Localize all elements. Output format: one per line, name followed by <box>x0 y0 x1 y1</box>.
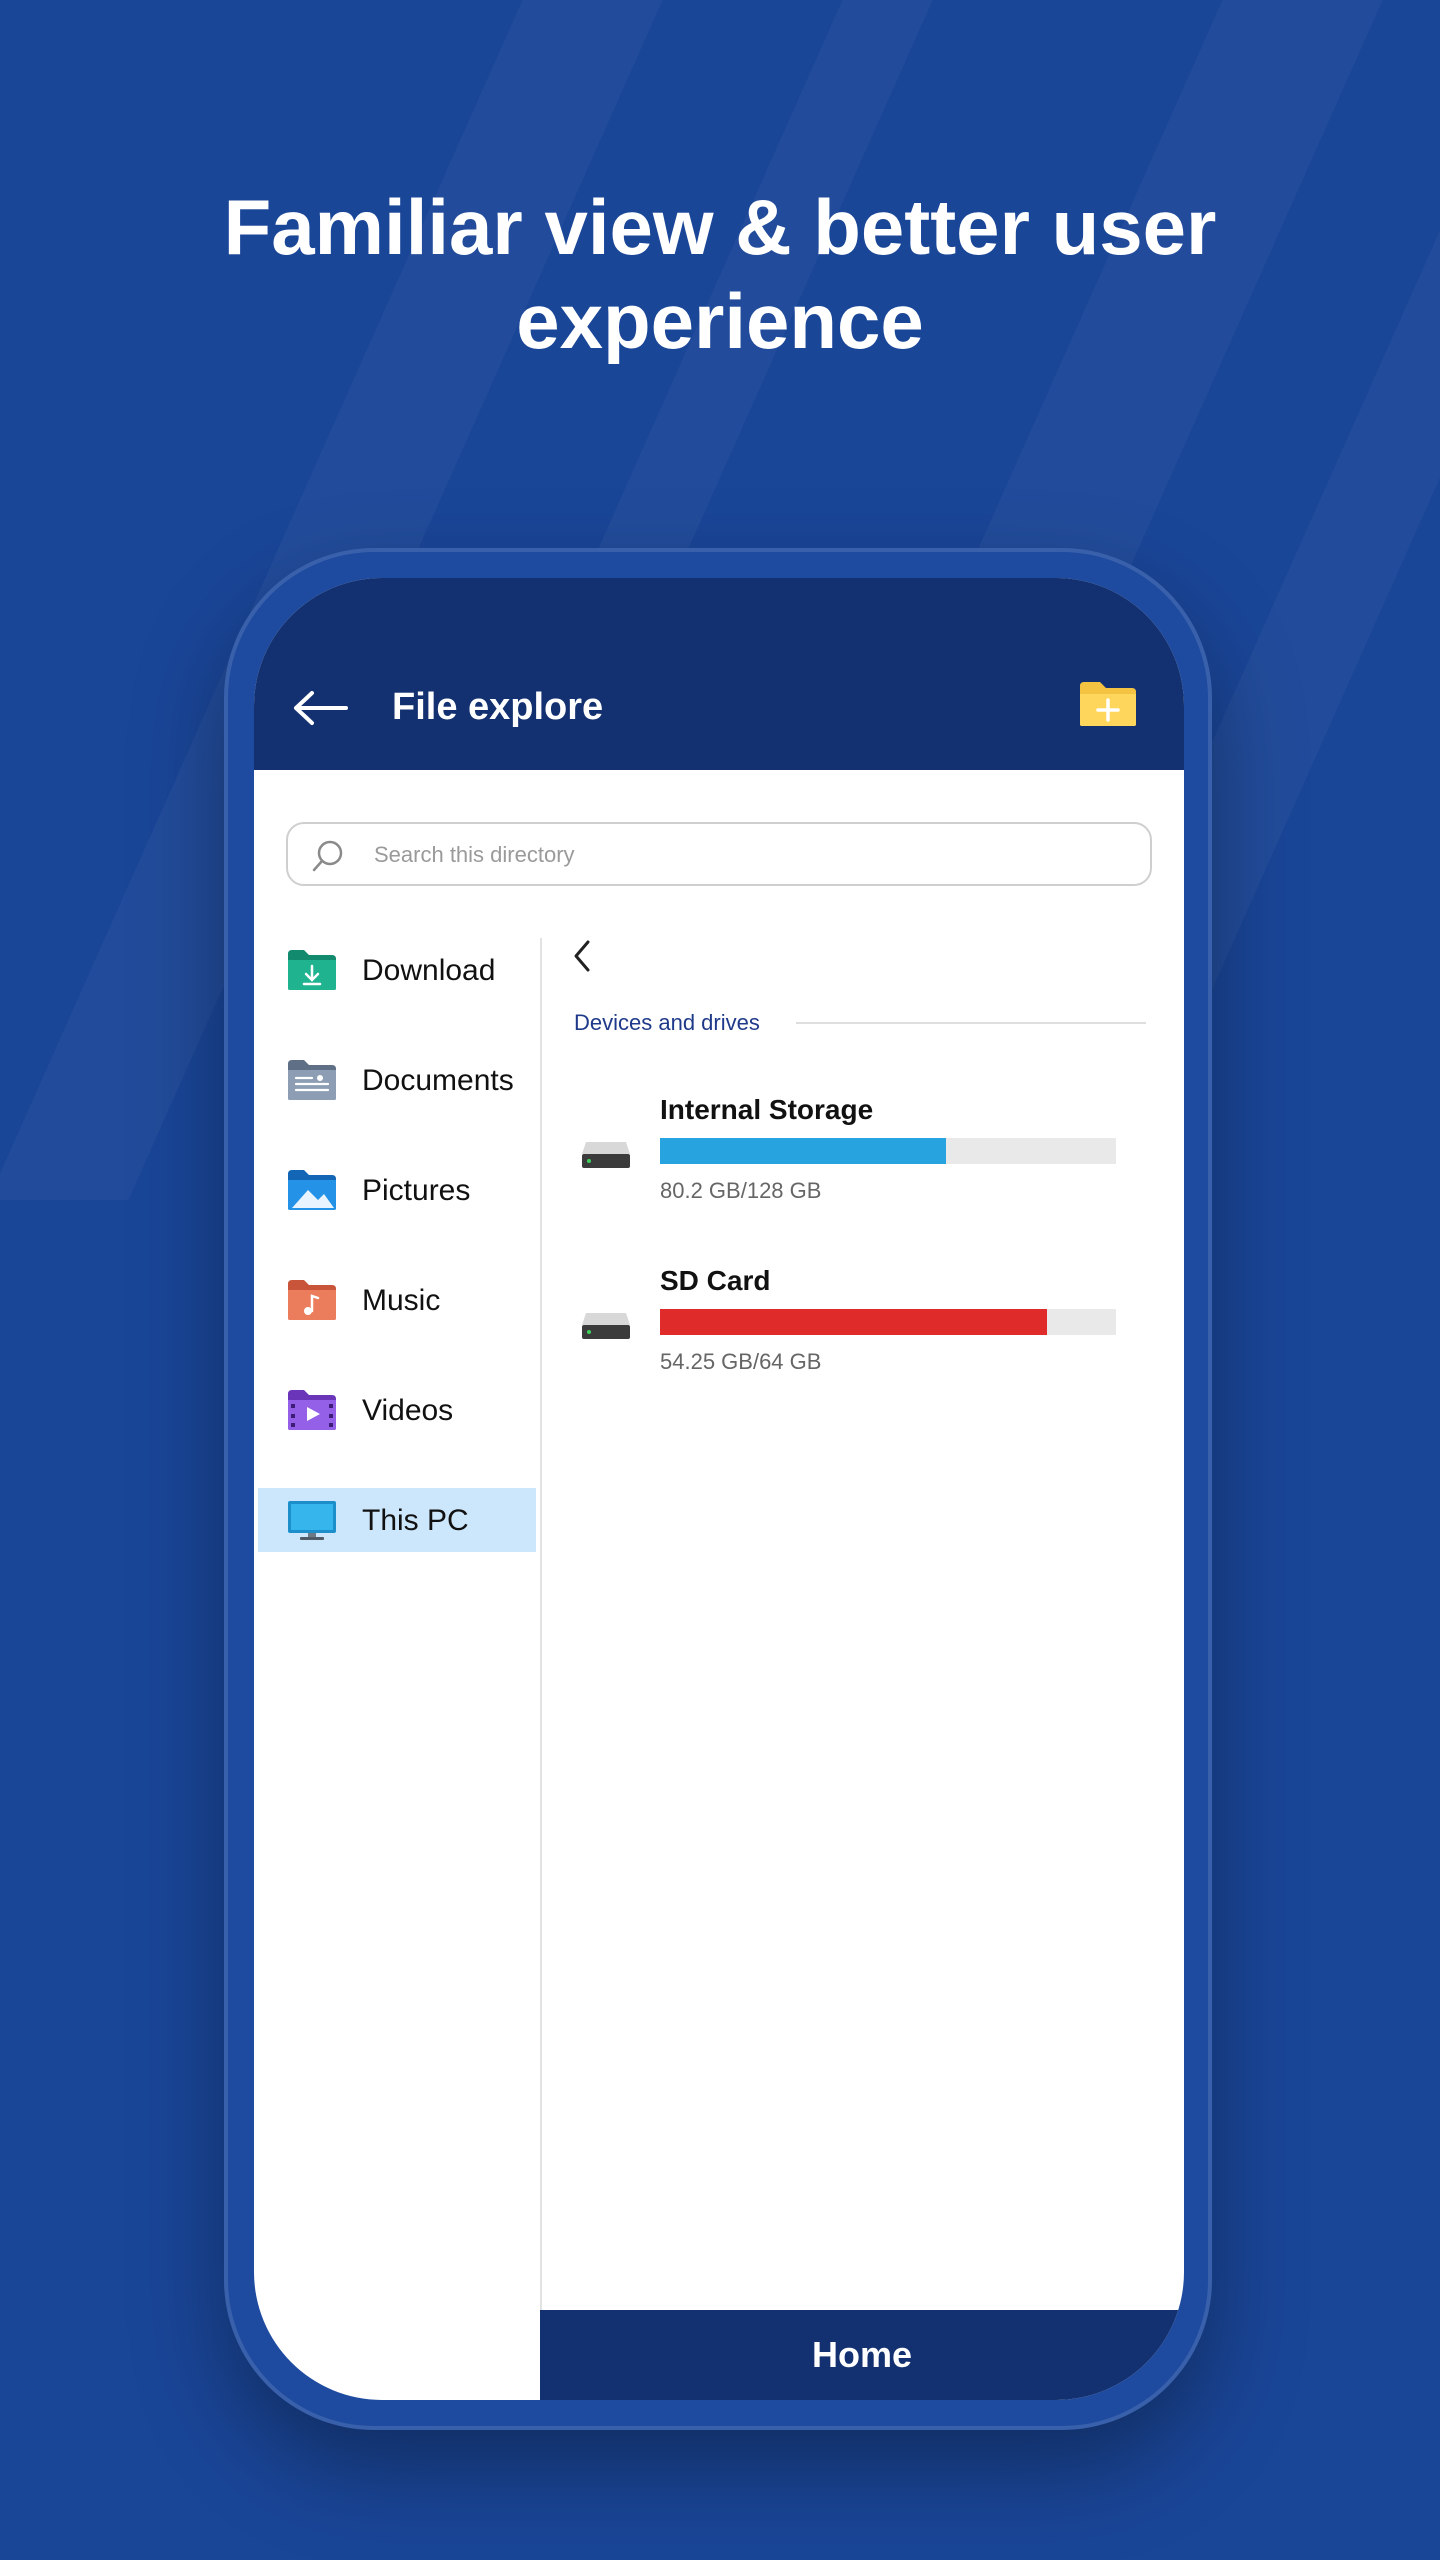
drive-name: Internal Storage <box>660 1094 874 1125</box>
arrow-left-icon[interactable] <box>290 688 350 728</box>
sidebar-item-label: Videos <box>362 1394 454 1427</box>
search-icon <box>312 840 343 872</box>
drive-size: 54.25 GB/64 GB <box>660 1349 822 1374</box>
sidebar-item-videos[interactable]: Videos <box>258 1378 536 1442</box>
headline-line-2: experience <box>516 277 924 365</box>
sidebar-item-pictures[interactable]: Pictures <box>258 1158 536 1222</box>
monitor-icon <box>288 1501 336 1540</box>
headline: Familiar view & better user experience <box>0 180 1440 368</box>
search-placeholder: Search this directory <box>374 842 575 867</box>
hard-drive-icon <box>582 1142 630 1168</box>
sidebar-item-download[interactable]: Download <box>258 938 536 1002</box>
storage-bar-fill <box>660 1309 1047 1335</box>
new-folder-icon[interactable] <box>1078 680 1138 728</box>
pictures-folder-icon <box>288 1170 336 1210</box>
search-input[interactable]: Search this directory <box>286 822 1152 886</box>
drive-sd-card[interactable]: SD Card 54.25 GB/64 GB <box>542 1265 1184 1385</box>
sidebar-item-music[interactable]: Music <box>258 1268 536 1332</box>
app-title: File explore <box>392 686 604 728</box>
headline-line-1: Familiar view & better user <box>223 183 1217 271</box>
drive-internal-storage[interactable]: Internal Storage 80.2 GB/128 GB <box>542 1094 1184 1214</box>
app-bar: File explore <box>254 578 1184 770</box>
download-folder-icon <box>288 950 336 990</box>
drive-name: SD Card <box>660 1265 771 1296</box>
storage-bar <box>660 1138 1116 1164</box>
chevron-left-icon[interactable] <box>570 938 594 974</box>
section-divider <box>796 1022 1146 1024</box>
storage-bar <box>660 1309 1116 1335</box>
drive-size: 80.2 GB/128 GB <box>660 1178 822 1203</box>
videos-folder-icon <box>288 1390 336 1430</box>
phone-screen: File explore Search this directory Downl… <box>254 578 1184 2400</box>
sidebar-item-label: Download <box>362 954 496 987</box>
section-title: Devices and drives <box>574 1010 760 1035</box>
sidebar-item-documents[interactable]: Documents <box>258 1048 536 1112</box>
sidebar-item-label: Pictures <box>362 1174 471 1207</box>
music-folder-icon <box>288 1280 336 1320</box>
sidebar-item-label: This PC <box>362 1504 469 1537</box>
sidebar-item-label: Documents <box>362 1064 514 1097</box>
sidebar: Download Documents Pictures Music Videos… <box>254 938 542 2400</box>
documents-folder-icon <box>288 1060 336 1100</box>
hard-drive-icon <box>582 1313 630 1339</box>
sidebar-item-this-pc[interactable]: This PC <box>258 1488 536 1552</box>
home-button[interactable]: Home <box>540 2310 1184 2400</box>
sidebar-item-label: Music <box>362 1284 441 1317</box>
storage-bar-fill <box>660 1138 946 1164</box>
